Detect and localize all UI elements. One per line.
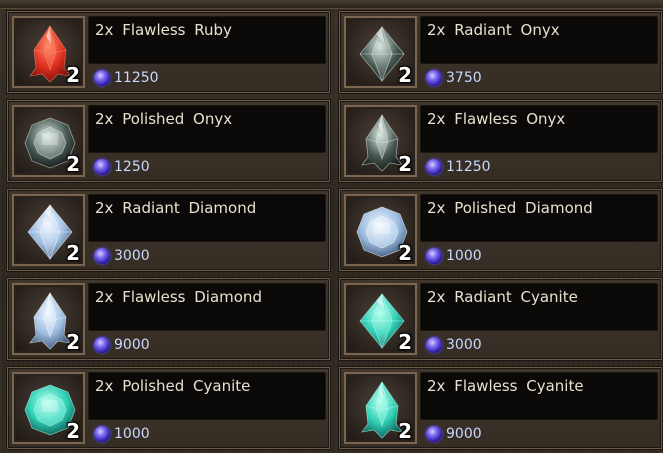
item-name-box: 2x Polished Diamond (420, 194, 658, 242)
price-value: 9000 (446, 426, 482, 442)
price-value: 1000 (114, 426, 150, 442)
price-value: 3750 (446, 70, 482, 86)
item-name: 2x Radiant Onyx (427, 21, 560, 39)
item-icon-slot[interactable]: 2 (344, 372, 417, 444)
item-name: 2x Polished Onyx (95, 110, 233, 128)
shop-item-card[interactable]: 2 2x Flawless Diamond 9000 (7, 278, 330, 360)
shop-item-card[interactable]: 2 2x Radiant Diamond 3000 (7, 189, 330, 271)
item-name-box: 2x Radiant Onyx (420, 16, 658, 64)
price-value: 11250 (446, 159, 491, 175)
purple-orb-icon (94, 426, 110, 442)
item-icon-slot[interactable]: 2 (12, 283, 85, 355)
item-icon-slot[interactable]: 2 (344, 283, 417, 355)
item-price: 1250 (94, 157, 150, 177)
item-icon-slot[interactable]: 2 (12, 105, 85, 177)
item-name: 2x Polished Diamond (427, 199, 593, 217)
item-name: 2x Flawless Cyanite (427, 377, 584, 395)
item-quantity: 2 (66, 241, 80, 265)
item-name: 2x Flawless Diamond (95, 288, 262, 306)
item-quantity: 2 (66, 152, 80, 176)
shop-item-card[interactable]: 2 2x Radiant Cyanite 3000 (339, 278, 662, 360)
item-name: 2x Polished Cyanite (95, 377, 251, 395)
purple-orb-icon (94, 248, 110, 264)
shop-item-card[interactable]: 2 2x Polished Cyanite 1000 (7, 367, 330, 449)
item-quantity: 2 (398, 152, 412, 176)
item-price: 3000 (94, 246, 150, 266)
item-quantity: 2 (66, 63, 80, 87)
purple-orb-icon (94, 70, 110, 86)
item-name: 2x Radiant Diamond (95, 199, 257, 217)
item-price: 3750 (426, 68, 482, 88)
item-name-box: 2x Flawless Onyx (420, 105, 658, 153)
item-name-box: 2x Flawless Ruby (88, 16, 326, 64)
item-quantity: 2 (66, 330, 80, 354)
purple-orb-icon (426, 248, 442, 264)
item-name: 2x Flawless Ruby (95, 21, 232, 39)
item-price: 9000 (94, 335, 150, 355)
item-quantity: 2 (398, 419, 412, 443)
purple-orb-icon (94, 159, 110, 175)
item-price: 11250 (94, 68, 159, 88)
item-icon-slot[interactable]: 2 (344, 105, 417, 177)
item-name: 2x Flawless Onyx (427, 110, 566, 128)
item-price: 11250 (426, 157, 491, 177)
item-name-box: 2x Flawless Cyanite (420, 372, 658, 420)
item-icon-slot[interactable]: 2 (12, 194, 85, 266)
item-name-box: 2x Radiant Cyanite (420, 283, 658, 331)
item-quantity: 2 (398, 330, 412, 354)
price-value: 1000 (446, 248, 482, 264)
item-icon-slot[interactable]: 2 (12, 372, 85, 444)
price-value: 11250 (114, 70, 159, 86)
shop-item-card[interactable]: 2 2x Flawless Onyx 11250 (339, 100, 662, 182)
item-name-box: 2x Polished Cyanite (88, 372, 326, 420)
shop-item-card[interactable]: 2 2x Polished Onyx 1250 (7, 100, 330, 182)
item-price: 3000 (426, 335, 482, 355)
item-quantity: 2 (398, 63, 412, 87)
item-quantity: 2 (398, 241, 412, 265)
panel-top-border (0, 0, 663, 9)
purple-orb-icon (426, 337, 442, 353)
purple-orb-icon (426, 70, 442, 86)
item-price: 1000 (426, 246, 482, 266)
price-value: 1250 (114, 159, 150, 175)
item-quantity: 2 (66, 419, 80, 443)
item-icon-slot[interactable]: 2 (344, 194, 417, 266)
purple-orb-icon (94, 337, 110, 353)
item-icon-slot[interactable]: 2 (12, 16, 85, 88)
purple-orb-icon (426, 426, 442, 442)
shop-item-card[interactable]: 2 2x Radiant Onyx 3750 (339, 11, 662, 93)
shop-item-card[interactable]: 2 2x Flawless Ruby 11250 (7, 11, 330, 93)
price-value: 3000 (446, 337, 482, 353)
item-price: 9000 (426, 424, 482, 444)
item-icon-slot[interactable]: 2 (344, 16, 417, 88)
shop-item-card[interactable]: 2 2x Polished Diamond 1000 (339, 189, 662, 271)
item-name: 2x Radiant Cyanite (427, 288, 578, 306)
price-value: 3000 (114, 248, 150, 264)
item-name-box: 2x Polished Onyx (88, 105, 326, 153)
item-price: 1000 (94, 424, 150, 444)
item-name-box: 2x Flawless Diamond (88, 283, 326, 331)
item-name-box: 2x Radiant Diamond (88, 194, 326, 242)
purple-orb-icon (426, 159, 442, 175)
shop-item-card[interactable]: 2 2x Flawless Cyanite 9000 (339, 367, 662, 449)
gem-shop-panel: 2 2x Flawless Ruby 11250 2 2x Radiant Onyx 37… (0, 0, 663, 453)
price-value: 9000 (114, 337, 150, 353)
